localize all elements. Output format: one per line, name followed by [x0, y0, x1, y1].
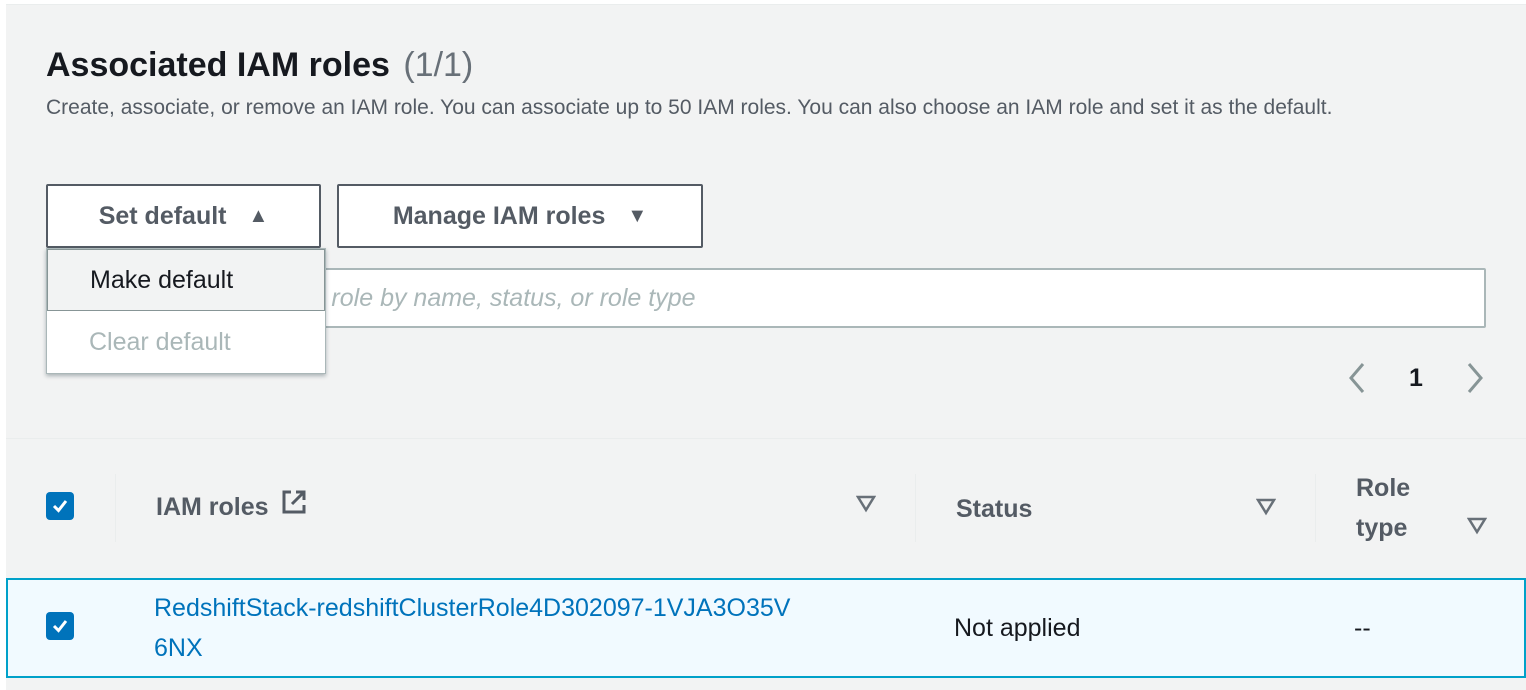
set-default-label: Set default — [98, 201, 227, 230]
section-description: Create, associate, or remove an IAM role… — [46, 96, 1333, 119]
chevron-left-icon[interactable] — [1340, 356, 1374, 400]
sort-icon[interactable] — [1255, 497, 1277, 523]
column-separator — [115, 474, 116, 542]
column-separator — [915, 474, 916, 542]
column-header-iam-roles-label: IAM roles — [156, 493, 269, 521]
menu-item-clear-default: Clear default — [89, 327, 231, 356]
column-header-role-type[interactable]: Role type — [1356, 468, 1436, 548]
manage-iam-roles-label: Manage IAM roles — [392, 201, 606, 230]
external-link-icon — [279, 487, 309, 529]
column-separator — [1315, 474, 1316, 542]
column-header-status[interactable]: Status — [956, 489, 1032, 529]
select-all-checkbox[interactable] — [46, 492, 74, 520]
sort-icon[interactable] — [1466, 516, 1488, 542]
section-title-text: Associated IAM roles — [46, 46, 390, 84]
section-title: Associated IAM roles (1/1) — [46, 44, 473, 86]
set-default-menu: Make default Clear default — [46, 248, 326, 374]
set-default-button[interactable]: Set default ▲ — [46, 184, 321, 248]
row-checkbox[interactable] — [46, 612, 74, 640]
status-cell: Not applied — [954, 614, 1081, 642]
menu-item-make-default[interactable]: Make default — [47, 249, 325, 311]
sort-icon[interactable] — [855, 494, 877, 520]
role-type-cell: -- — [1354, 614, 1371, 642]
chevron-right-icon[interactable] — [1458, 356, 1492, 400]
column-header-iam-roles[interactable]: IAM roles — [156, 487, 309, 529]
iam-role-link[interactable]: RedshiftStack-redshiftClusterRole4D30209… — [154, 588, 794, 668]
caret-up-icon: ▲ — [248, 204, 269, 227]
manage-iam-roles-button[interactable]: Manage IAM roles ▼ — [337, 184, 703, 248]
caret-down-icon: ▼ — [627, 204, 648, 227]
page-number[interactable]: 1 — [1402, 356, 1430, 400]
section-count: (1/1) — [403, 46, 474, 84]
